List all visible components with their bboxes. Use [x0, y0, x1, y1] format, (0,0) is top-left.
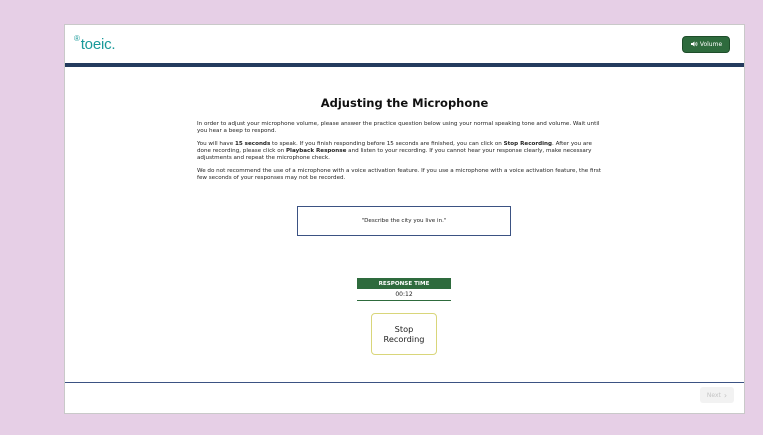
next-button[interactable]: Next › [700, 387, 734, 403]
volume-button[interactable]: Volume [682, 36, 730, 53]
stop-recording-button[interactable]: Stop Recording [371, 313, 437, 355]
page-title: Adjusting the Microphone [320, 96, 489, 110]
header: ®toeic. Volume [65, 25, 744, 65]
practice-question-box: "Describe the city you live in." [297, 206, 511, 236]
instructions-paragraph-2: You will have 15 seconds to speak. If yo… [197, 141, 592, 161]
next-label: Next [706, 391, 721, 399]
chevron-right-icon: › [723, 390, 728, 400]
instructions-paragraph-1: In order to adjust your microphone volum… [197, 121, 600, 134]
response-time-label: RESPONSE TIME [357, 278, 451, 289]
header-divider [65, 63, 744, 67]
test-window: ®toeic. Volume Adjusting the Microphone … [64, 24, 745, 414]
speaker-icon [690, 40, 698, 50]
toeic-logo: ®toeic. [74, 34, 116, 53]
footer-divider [65, 382, 744, 383]
instructions-paragraph-3: We do not recommend the use of a microph… [197, 168, 601, 181]
response-time-value: 00:12 [357, 289, 451, 301]
practice-question: "Describe the city you live in." [361, 218, 447, 224]
volume-label: Volume [699, 41, 723, 48]
